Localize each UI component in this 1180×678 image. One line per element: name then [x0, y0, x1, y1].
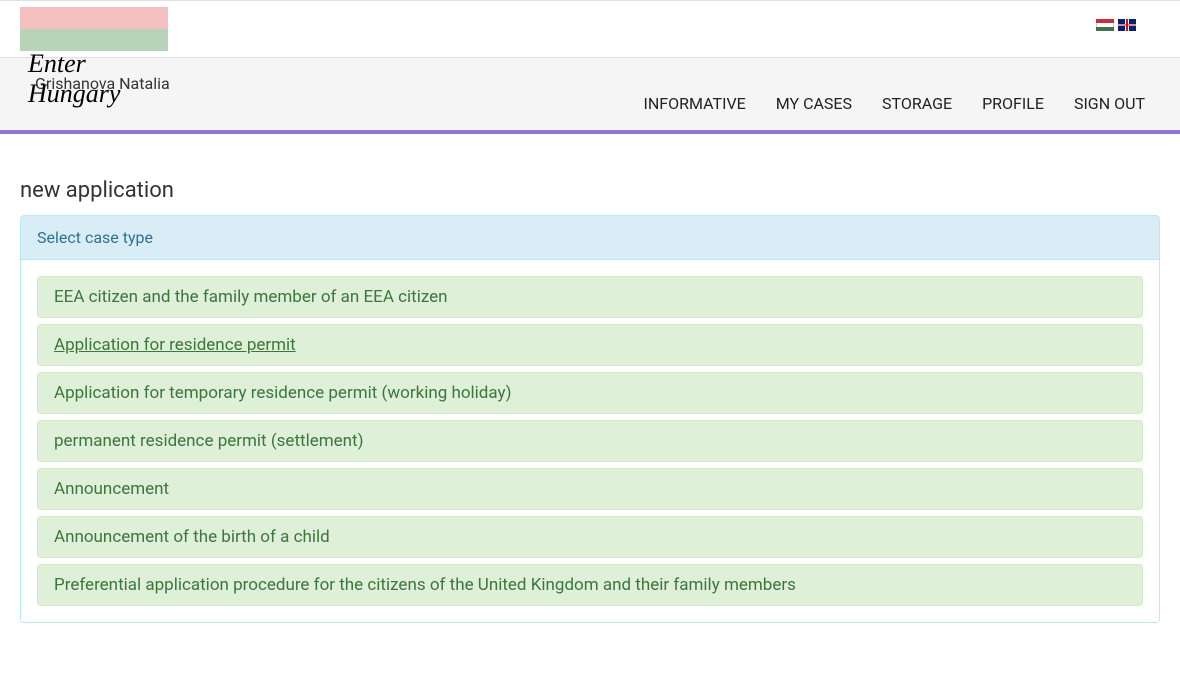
flag-uk-icon[interactable] — [1118, 19, 1136, 31]
nav-my-cases[interactable]: MY CASES — [776, 94, 852, 113]
content: new application Select case type EEA cit… — [0, 134, 1180, 643]
nav-links: INFORMATIVE MY CASES STORAGE PROFILE SIG… — [644, 76, 1145, 113]
language-selector — [1096, 7, 1160, 31]
nav-informative[interactable]: INFORMATIVE — [644, 94, 746, 113]
page-title: new application — [20, 178, 1160, 203]
logo-text: Enter Hungary — [20, 49, 168, 109]
case-type-item[interactable]: Application for residence permit — [37, 324, 1143, 366]
nav-storage[interactable]: STORAGE — [882, 94, 952, 113]
case-type-panel: Select case type EEA citizen and the fam… — [20, 215, 1160, 623]
case-type-item[interactable]: permanent residence permit (settlement) — [37, 420, 1143, 462]
case-type-item[interactable]: Announcement — [37, 468, 1143, 510]
nav-bar: Grishanova Natalia INFORMATIVE MY CASES … — [0, 58, 1180, 130]
case-type-item[interactable]: EEA citizen and the family member of an … — [37, 276, 1143, 318]
case-type-item[interactable]: Preferential application procedure for t… — [37, 564, 1143, 606]
panel-header: Select case type — [21, 216, 1159, 260]
nav-sign-out[interactable]: SIGN OUT — [1074, 94, 1145, 113]
panel-body: EEA citizen and the family member of an … — [21, 260, 1159, 622]
flag-hungary-icon[interactable] — [1096, 19, 1114, 31]
top-header: Enter Hungary — [0, 0, 1180, 58]
nav-profile[interactable]: PROFILE — [982, 94, 1044, 113]
logo[interactable]: Enter Hungary — [20, 7, 168, 51]
case-type-item[interactable]: Announcement of the birth of a child — [37, 516, 1143, 558]
case-type-item[interactable]: Application for temporary residence perm… — [37, 372, 1143, 414]
